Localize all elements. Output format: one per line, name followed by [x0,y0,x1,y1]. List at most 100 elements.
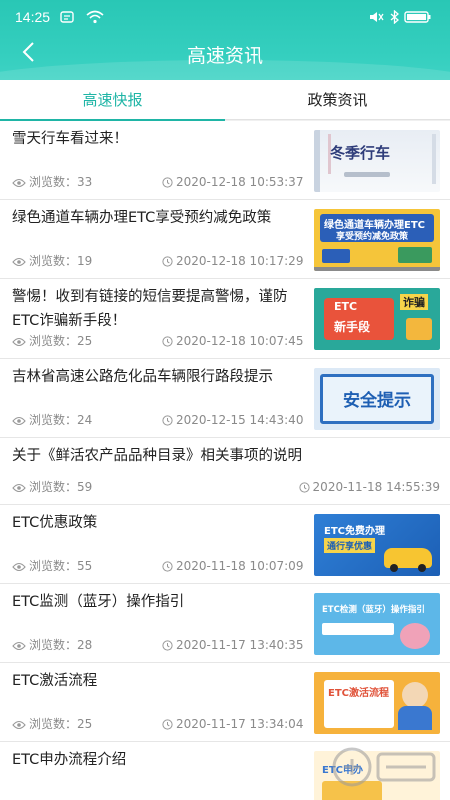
thumb-caption: ETC检测（蓝牙）操作指引 [322,605,425,615]
view-count: 浏览数：25 [12,716,92,732]
view-count: 浏览数：55 [12,558,92,574]
clock-icon [162,719,173,730]
app-header: 14:25 高速资讯 [0,0,450,80]
news-title: 吉林省高速公路危化品车辆限行路段提示 [12,369,273,385]
view-count: 浏览数：19 [12,253,92,269]
view-count: 浏览数：33 [12,174,92,190]
publish-date: 2020-11-17 13:34:04 [162,716,303,732]
eye-icon [12,257,26,267]
date-value: 2020-11-18 14:55:39 [312,480,440,494]
date-value: 2020-12-18 10:17:29 [176,254,304,268]
thumb-caption-3: 诈骗 [400,294,428,310]
news-thumbnail: ETC检测（蓝牙）操作指引 [314,593,440,655]
publish-date: 2020-12-15 14:43:40 [162,412,303,428]
clock-icon [162,415,173,426]
news-title: 绿色通道车辆办理ETC享受预约减免政策 [12,210,272,226]
date-value: 2020-12-15 14:43:40 [176,413,304,427]
thumb-caption-2: 享受预约减免政策 [336,232,409,242]
view-count: 浏览数：28 [12,637,92,653]
views-label: 浏览数： [29,638,78,652]
publish-date: 2020-11-17 13:40:35 [162,637,303,653]
list-item[interactable]: 雪天行车看过来！ 浏览数：33 2020-12-18 10:53:37 冬季行车 [0,121,450,200]
eye-icon [12,641,26,651]
views-value: 55 [77,559,93,573]
thumb-caption: 冬季行车 [330,144,391,162]
list-item[interactable]: 警惕！收到有链接的短信要提高警惕，谨防ETC诈骗新手段！ 浏览数：25 2020… [0,279,450,359]
status-bar: 14:25 [0,0,450,34]
eye-icon [12,720,26,730]
views-value: 59 [77,480,93,494]
thumb-caption: ETC免费办理 [324,526,385,537]
publish-date: 2020-12-18 10:17:29 [162,253,303,269]
view-count: 浏览数：25 [12,333,92,349]
battery-icon [404,10,432,28]
news-title: ETC优惠政策 [12,515,98,531]
date-value: 2020-11-17 13:34:04 [176,717,304,731]
tab-highway-news[interactable]: 高速快报 [0,80,225,121]
news-title: 警惕！收到有链接的短信要提高警惕，谨防ETC诈骗新手段！ [12,289,288,329]
eye-icon [12,483,26,493]
news-thumbnail: 绿色通道车辆办理ETC 享受预约减免政策 [314,209,440,271]
date-value: 2020-11-17 13:40:35 [176,638,304,652]
view-count: 浏览数：59 [12,479,92,495]
publish-date: 2020-12-18 10:53:37 [162,174,303,190]
publish-date: 2020-12-18 10:07:45 [162,333,303,349]
list-item[interactable]: 关于《鲜活农产品品种目录》相关事项的说明 浏览数：59 2020-11-18 1… [0,438,450,505]
views-value: 25 [77,717,93,731]
thumb-caption: ETC激活流程 [328,688,389,699]
clock-icon [162,561,173,572]
nav-bar: 高速资讯 [0,34,450,74]
thumb-caption: ETC [334,300,358,313]
news-thumbnail: 安全提示 [314,368,440,430]
list-item[interactable]: ETC激活流程 浏览数：25 2020-11-17 13:34:04 ETC激活… [0,663,450,742]
views-label: 浏览数： [29,413,78,427]
views-label: 浏览数： [29,559,78,573]
news-list: 雪天行车看过来！ 浏览数：33 2020-12-18 10:53:37 冬季行车… [0,121,450,800]
news-title: 关于《鲜活农产品品种目录》相关事项的说明 [12,448,302,464]
tab-bar: 高速快报 政策资讯 [0,80,450,121]
thumb-caption-2: 通行享优惠 [324,538,376,553]
list-item[interactable]: ETC监测（蓝牙）操作指引 浏览数：28 2020-11-17 13:40:35… [0,584,450,663]
views-label: 浏览数： [29,175,78,189]
publish-date: 2020-11-18 14:55:39 [298,479,440,495]
views-label: 浏览数： [29,480,78,494]
views-value: 25 [77,334,93,348]
views-value: 28 [77,638,93,652]
views-value: 33 [77,175,93,189]
news-title: ETC申办流程介绍 [12,752,127,768]
eye-icon [12,562,26,572]
wifi-icon [86,10,104,28]
news-thumbnail: ETC 新手段 诈骗 [314,288,440,350]
watermark-logo [332,747,436,787]
date-value: 2020-11-18 10:07:09 [176,559,304,573]
clock-icon [162,336,173,347]
views-label: 浏览数： [29,254,78,268]
views-label: 浏览数： [29,717,78,731]
clock-icon [162,177,173,188]
mute-icon [368,10,384,28]
eye-icon [12,337,26,347]
news-thumbnail: ETC免费办理 通行享优惠 [314,514,440,576]
status-time: 14:25 [15,9,51,25]
bluetooth-icon [390,9,400,28]
notification-icon [60,10,74,28]
news-thumbnail: 冬季行车 [314,130,440,192]
views-value: 19 [77,254,93,268]
views-label: 浏览数： [29,334,78,348]
thumb-caption: 安全提示 [343,391,411,411]
list-item[interactable]: 绿色通道车辆办理ETC享受预约减免政策 浏览数：19 2020-12-18 10… [0,200,450,279]
views-value: 24 [77,413,93,427]
clock-icon [298,482,310,493]
view-count: 浏览数：24 [12,412,92,428]
news-thumbnail: ETC激活流程 [314,672,440,734]
eye-icon [12,178,26,188]
date-value: 2020-12-18 10:07:45 [176,334,304,348]
tab-policy-news[interactable]: 政策资讯 [225,80,450,120]
news-title: 雪天行车看过来！ [12,131,128,147]
clock-icon [162,640,173,651]
list-item[interactable]: 吉林省高速公路危化品车辆限行路段提示 浏览数：24 2020-12-15 14:… [0,359,450,438]
eye-icon [12,416,26,426]
list-item[interactable]: ETC优惠政策 浏览数：55 2020-11-18 10:07:09 ETC免费… [0,505,450,584]
news-title: ETC监测（蓝牙）操作指引 [12,594,185,610]
page-title: 高速资讯 [186,45,263,67]
